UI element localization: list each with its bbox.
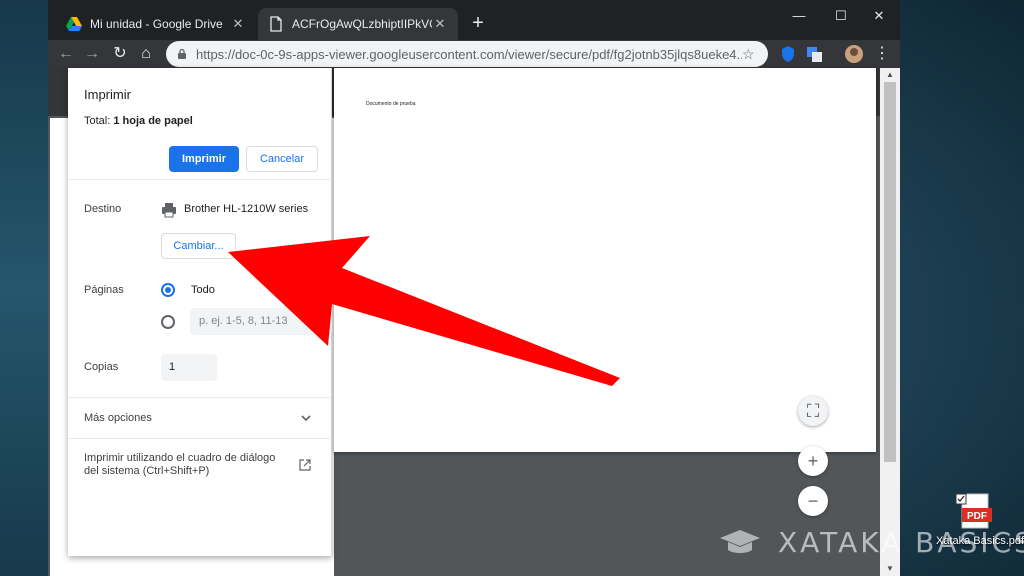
close-window-button[interactable]: ✕	[864, 6, 894, 26]
copies-input[interactable]: 1	[161, 354, 217, 381]
scrollbar[interactable]: ▲ ▼	[880, 68, 900, 576]
print-preview-page: Documento de prueba	[334, 68, 876, 452]
close-icon[interactable]: ✕	[432, 16, 448, 32]
copies-label: Copias	[84, 361, 119, 373]
shield-extension-icon[interactable]	[778, 44, 798, 64]
reload-button[interactable]: ↻	[108, 42, 132, 66]
pdf-icon-text: PDF	[967, 511, 987, 522]
change-destination-button[interactable]: Cambiar...	[161, 233, 236, 259]
scroll-down-arrow[interactable]: ▼	[884, 564, 896, 573]
print-button[interactable]: Imprimir	[169, 146, 239, 172]
url-text: https://doc-0c-9s-apps-viewer.googleuser…	[196, 46, 742, 62]
preview-document-text: Documento de prueba	[366, 101, 416, 107]
more-options-toggle[interactable]: Más opciones	[68, 398, 332, 438]
destination-label: Destino	[84, 203, 122, 215]
pages-custom-radio[interactable]	[161, 315, 175, 329]
fit-to-page-icon[interactable]: ⛶	[798, 396, 828, 426]
open-external-icon[interactable]	[298, 458, 312, 472]
browser-window: Mi unidad - Google Drive ✕ ACFrOgAwQLzbh…	[48, 0, 900, 576]
scroll-up-arrow[interactable]: ▲	[884, 70, 896, 79]
home-button[interactable]: ⌂	[134, 42, 158, 66]
bookmark-star-icon[interactable]: ☆	[742, 46, 758, 63]
desktop-background	[0, 0, 48, 576]
more-options-label: Más opciones	[84, 412, 152, 424]
google-drive-icon	[66, 17, 82, 31]
translate-extension-icon[interactable]	[804, 44, 824, 64]
dialog-title: Imprimir	[84, 87, 131, 102]
forward-button[interactable]: →	[80, 42, 104, 66]
chevron-down-icon	[301, 415, 311, 422]
close-icon[interactable]: ✕	[230, 16, 246, 32]
menu-kebab-icon[interactable]: ⋮	[870, 42, 894, 66]
tab-title: ACFrOgAwQLzbhiptIIPkVGi5Hi6g	[292, 17, 432, 31]
sheet-total: Total: 1 hoja de papel	[84, 115, 193, 127]
total-prefix: Total:	[84, 115, 114, 127]
pages-custom-input[interactable]: p. ej. 1-5, 8, 11-13	[190, 308, 332, 335]
pages-all-label: Todo	[191, 284, 215, 296]
lock-icon	[178, 48, 186, 59]
system-dialog-link[interactable]: Imprimir utilizando el cuadro de diálogo…	[84, 452, 284, 478]
pages-all-radio[interactable]	[161, 283, 175, 297]
watermark: XATAKA BASICS	[778, 526, 1024, 559]
address-bar[interactable]: https://doc-0c-9s-apps-viewer.googleuser…	[166, 41, 768, 67]
profile-avatar[interactable]	[844, 44, 864, 64]
scrollbar-thumb[interactable]	[884, 82, 896, 462]
document-icon	[270, 16, 282, 32]
pages-label: Páginas	[84, 284, 124, 296]
back-button[interactable]: ←	[54, 42, 78, 66]
browser-toolbar: ← → ↻ ⌂ https://doc-0c-9s-apps-viewer.go…	[48, 40, 900, 68]
printer-icon	[162, 203, 176, 218]
print-dialog: Imprimir Total: 1 hoja de papel Imprimir…	[68, 68, 332, 556]
tab-pdf-viewer[interactable]: ACFrOgAwQLzbhiptIIPkVGi5Hi6g ✕	[258, 8, 458, 40]
tab-bar: Mi unidad - Google Drive ✕ ACFrOgAwQLzbh…	[48, 0, 900, 40]
zoom-in-button[interactable]: +	[798, 446, 828, 476]
divider	[68, 179, 332, 180]
zoom-out-button[interactable]: −	[798, 486, 828, 516]
new-tab-button[interactable]: +	[466, 12, 490, 36]
pdf-viewer-area: Imprimir Total: 1 hoja de papel Imprimir…	[48, 68, 900, 576]
printer-name: Brother HL-1210W series	[184, 203, 309, 215]
tab-google-drive[interactable]: Mi unidad - Google Drive ✕	[56, 8, 256, 40]
minimize-button[interactable]: —	[784, 6, 814, 26]
total-value: 1 hoja de papel	[113, 115, 193, 127]
maximize-button[interactable]: ☐	[826, 6, 856, 26]
divider	[68, 438, 332, 439]
tab-title: Mi unidad - Google Drive	[90, 17, 223, 31]
cancel-button[interactable]: Cancelar	[246, 146, 318, 172]
